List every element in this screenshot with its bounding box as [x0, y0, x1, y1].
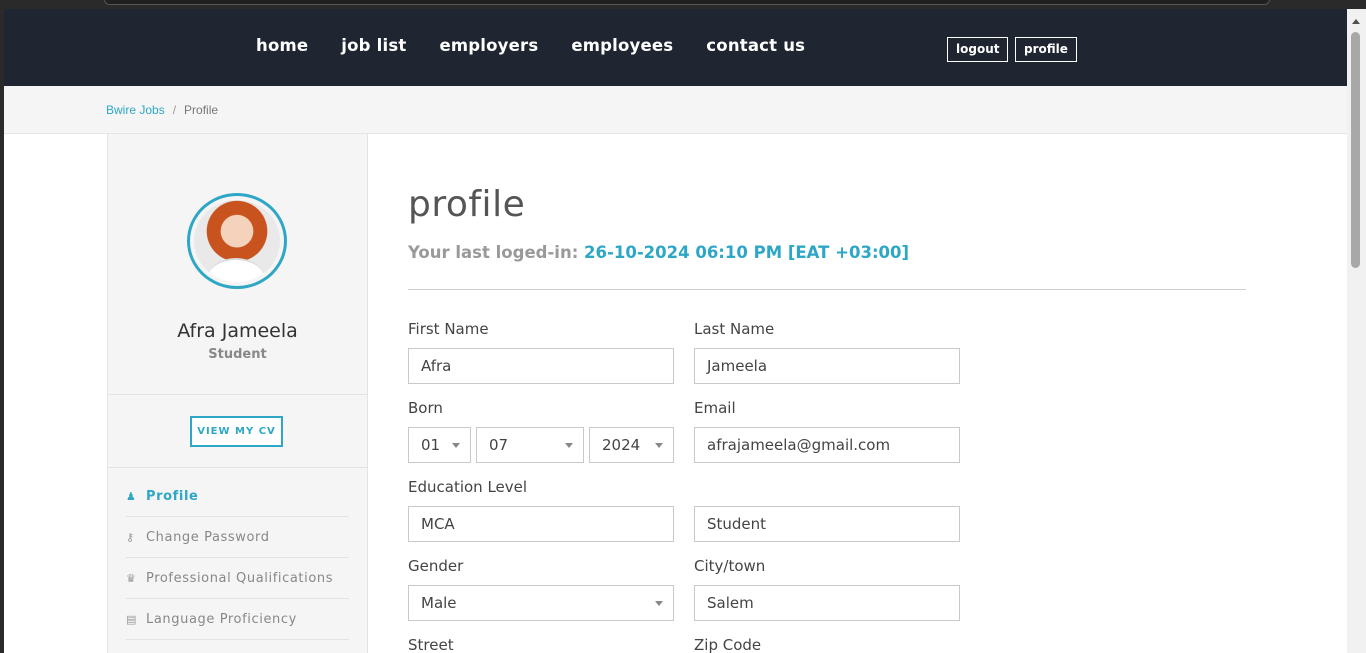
occupation-field[interactable]: Student — [694, 506, 960, 542]
user-icon: ♟ — [126, 489, 137, 503]
page-title: profile — [408, 184, 526, 225]
sidebar-item-label: Profile — [146, 488, 199, 504]
sidebar-item-profile[interactable]: ♟ Profile — [126, 476, 349, 517]
sidebar-item-change-password[interactable]: ⚷ Change Password — [126, 517, 349, 558]
sidebar-divider — [108, 467, 367, 468]
logout-button[interactable]: logout — [947, 37, 1009, 62]
first-name-label: First Name — [408, 320, 489, 338]
profile-content: profile Your last loged-in: 26-10-2024 0… — [408, 184, 909, 262]
page-viewport: home job list employers employees contac… — [4, 9, 1347, 653]
nav-home[interactable]: home — [256, 36, 308, 55]
breadcrumb-bar: Bwire Jobs / Profile — [4, 86, 1347, 134]
born-label: Born — [408, 399, 443, 417]
nav-job-list[interactable]: job list — [341, 36, 406, 55]
language-icon: ▤ — [126, 612, 137, 626]
user-role: Student — [208, 347, 267, 362]
sidebar-item-language-proficiency[interactable]: ▤ Language Proficiency — [126, 599, 349, 640]
vertical-scrollbar[interactable] — [1347, 9, 1366, 653]
nav-contact-us[interactable]: contact us — [706, 36, 805, 55]
profile-sidebar: Afra Jameela Student VIEW MY CV ♟ Profil… — [107, 134, 368, 653]
city-field[interactable]: Salem — [694, 585, 960, 621]
last-login-label: Your last loged-in: — [408, 243, 579, 262]
avatar — [194, 200, 280, 282]
sidebar-item-professional-qualifications[interactable]: ♛ Professional Qualifications — [126, 558, 349, 599]
user-name: Afra Jameela — [177, 320, 298, 342]
sidebar-item-label: Language Proficiency — [146, 611, 297, 627]
view-cv-button[interactable]: VIEW MY CV — [190, 416, 283, 447]
avatar-ring — [187, 193, 287, 289]
last-login: Your last loged-in: 26-10-2024 06:10 PM … — [408, 243, 909, 262]
sidebar-divider — [108, 394, 367, 395]
email-field[interactable]: afrajameela@gmail.com — [694, 427, 960, 463]
nav-employers[interactable]: employers — [439, 36, 538, 55]
scroll-up-icon[interactable] — [1352, 19, 1360, 24]
breadcrumb-home-link[interactable]: Bwire Jobs — [106, 103, 165, 117]
first-name-field[interactable]: Afra — [408, 348, 674, 384]
nav-employees[interactable]: employees — [571, 36, 673, 55]
born-year-select[interactable]: 2024 — [589, 427, 674, 463]
trophy-icon: ♛ — [126, 571, 137, 585]
last-name-field[interactable]: Jameela — [694, 348, 960, 384]
sidebar-item-label: Professional Qualifications — [146, 570, 334, 586]
street-label: Street — [408, 636, 454, 653]
sidebar-item-label: Change Password — [146, 529, 270, 545]
email-label: Email — [694, 399, 736, 417]
last-login-value: 26-10-2024 06:10 PM [EAT +03:00] — [584, 243, 910, 262]
address-bar-edge — [104, 0, 1270, 5]
sidebar-menu: ♟ Profile ⚷ Change Password ♛ Profession… — [126, 476, 349, 640]
breadcrumb: Bwire Jobs / Profile — [106, 103, 218, 117]
city-label: City/town — [694, 557, 766, 575]
content-divider — [408, 289, 1246, 290]
last-name-label: Last Name — [694, 320, 775, 338]
navbar: home job list employers employees contac… — [4, 9, 1347, 86]
zip-code-label: Zip Code — [694, 636, 762, 653]
gender-label: Gender — [408, 557, 464, 575]
breadcrumb-current: Profile — [184, 103, 219, 117]
scrollbar-thumb[interactable] — [1351, 32, 1360, 268]
education-level-field[interactable]: MCA — [408, 506, 674, 542]
gender-select[interactable]: Male — [408, 585, 674, 621]
profile-button[interactable]: profile — [1015, 37, 1077, 62]
born-day-select[interactable]: 01 — [408, 427, 471, 463]
nav-links: home job list employers employees contac… — [256, 36, 838, 55]
key-icon: ⚷ — [126, 530, 135, 544]
education-level-label: Education Level — [408, 478, 528, 496]
born-month-select[interactable]: 07 — [476, 427, 584, 463]
breadcrumb-separator: / — [172, 103, 177, 117]
